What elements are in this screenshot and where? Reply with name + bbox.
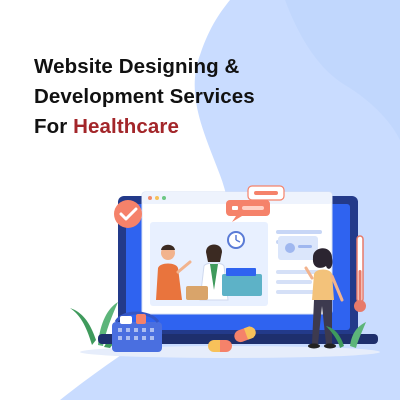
hero-banner: Website Designing & Development Services… <box>0 0 400 400</box>
medicine-basket-icon <box>112 311 162 352</box>
chat-bubble-secondary-icon <box>247 185 285 201</box>
checkmark-badge-icon <box>114 200 142 228</box>
healthcare-website-illustration <box>70 185 380 358</box>
screen-card <box>278 236 318 260</box>
clock-icon <box>227 231 245 249</box>
